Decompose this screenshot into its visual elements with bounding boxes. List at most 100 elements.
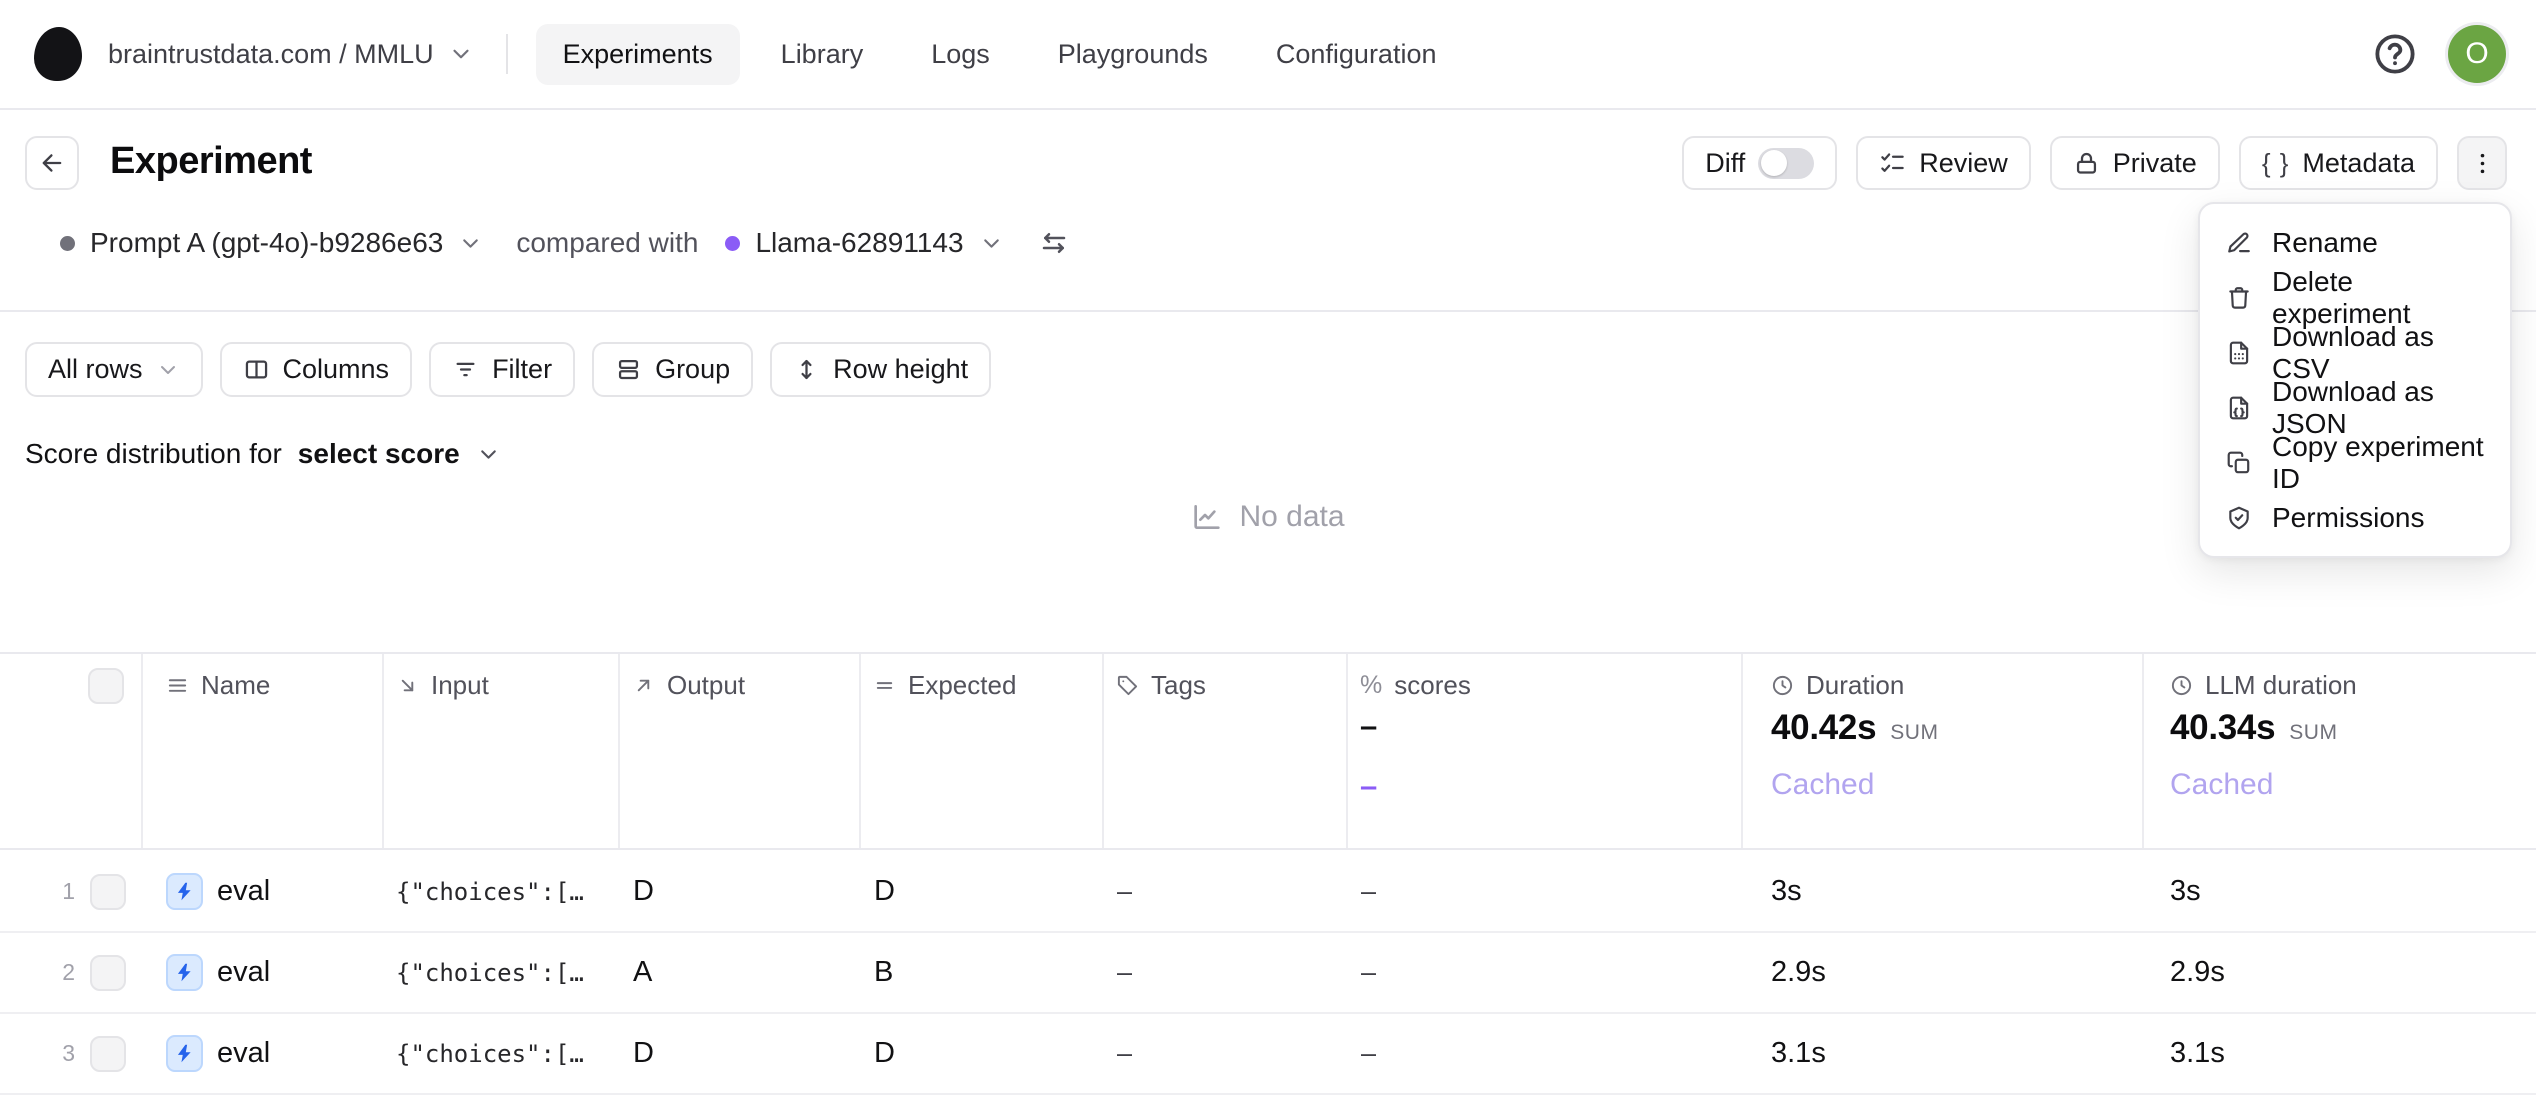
chevron-down-icon[interactable]	[458, 231, 483, 256]
menu-item-label: Rename	[2272, 227, 2378, 259]
primary-tabs: Experiments Library Logs Playgrounds Con…	[536, 24, 1464, 85]
menu-item-permissions[interactable]: Permissions	[2200, 490, 2510, 545]
arrow-up-right-icon	[632, 674, 655, 697]
row-scores: –	[1348, 957, 1743, 988]
menu-item-download-json[interactable]: Download as JSON	[2200, 380, 2510, 435]
zap-icon	[174, 1043, 195, 1064]
tab-library[interactable]: Library	[754, 24, 891, 85]
score-selector[interactable]: select score	[298, 438, 460, 470]
rows-filter-button[interactable]: All rows	[25, 342, 203, 397]
tag-icon	[1116, 674, 1139, 697]
row-checkbox[interactable]	[90, 1036, 126, 1072]
swap-comparison-icon[interactable]	[1039, 228, 1069, 258]
row-expected: D	[861, 875, 1104, 908]
back-button[interactable]	[25, 136, 79, 190]
avatar[interactable]: O	[2448, 25, 2506, 83]
score-distribution-label: Score distribution for	[25, 438, 282, 470]
column-header-output[interactable]: Output	[620, 654, 861, 848]
chevron-down-icon[interactable]	[476, 442, 501, 467]
group-icon	[615, 356, 642, 383]
column-header-llm-duration[interactable]: LLM duration 40.34s SUM Cached	[2144, 654, 2536, 848]
base-experiment-name[interactable]: Prompt A (gpt-4o)-b9286e63	[90, 227, 443, 259]
more-actions-button[interactable]	[2457, 136, 2507, 190]
rows-filter-label: All rows	[48, 354, 143, 385]
llm-duration-sum-value: 40.34s	[2170, 708, 2275, 748]
llm-duration-cached-badge: Cached	[2170, 768, 2273, 802]
comparison-experiment-name[interactable]: Llama-62891143	[755, 227, 963, 259]
metadata-button[interactable]: { } Metadata	[2239, 136, 2438, 190]
column-header-expected[interactable]: Expected	[861, 654, 1104, 848]
file-json-icon	[2226, 395, 2252, 421]
help-icon[interactable]	[2372, 31, 2418, 77]
filter-button[interactable]: Filter	[429, 342, 575, 397]
column-header-scores[interactable]: %scores – –	[1348, 654, 1743, 848]
group-label: Group	[655, 354, 730, 385]
review-button[interactable]: Review	[1856, 136, 2031, 190]
shield-check-icon	[2226, 505, 2252, 531]
arrow-left-icon	[38, 149, 66, 177]
row-scores: –	[1348, 876, 1743, 907]
duration-cached-badge: Cached	[1771, 768, 1874, 802]
filter-label: Filter	[492, 354, 552, 385]
score-distribution-row: Score distribution for select score	[25, 438, 501, 470]
column-label: scores	[1394, 670, 1471, 701]
row-height-button[interactable]: Row height	[770, 342, 991, 397]
column-header-input[interactable]: Input	[384, 654, 620, 848]
list-checks-icon	[1879, 150, 1906, 177]
row-name: eval	[217, 875, 270, 908]
chevron-down-icon	[156, 358, 180, 382]
review-label: Review	[1919, 148, 2008, 179]
copy-icon	[2226, 450, 2252, 476]
base-experiment-dot	[60, 236, 75, 251]
menu-item-rename[interactable]: Rename	[2200, 215, 2510, 270]
percent-icon: %	[1360, 671, 1382, 700]
table-row[interactable]: 2 eval {"choices":[… A B – – 2.9s 2.9s	[0, 933, 2536, 1014]
column-header-tags[interactable]: Tags	[1104, 654, 1348, 848]
chart-icon	[1191, 501, 1223, 533]
chevron-down-icon[interactable]	[979, 231, 1004, 256]
tab-logs[interactable]: Logs	[904, 24, 1017, 85]
row-expected: B	[861, 956, 1104, 989]
group-button[interactable]: Group	[592, 342, 753, 397]
diff-label: Diff	[1705, 148, 1745, 179]
row-scores: –	[1348, 1038, 1743, 1069]
row-duration: 3.1s	[1743, 1037, 2144, 1070]
duration-sum-value: 40.42s	[1771, 708, 1876, 748]
row-checkbox[interactable]	[90, 874, 126, 910]
workspace-label: braintrustdata.com / MMLU	[108, 39, 434, 70]
tab-experiments[interactable]: Experiments	[536, 24, 740, 85]
table-row[interactable]: 1 eval {"choices":[… D D – – 3s 3s	[0, 852, 2536, 933]
metadata-label: Metadata	[2302, 148, 2415, 179]
menu-item-delete-experiment[interactable]: Delete experiment	[2200, 270, 2510, 325]
column-header-name[interactable]: Name	[143, 654, 384, 848]
table-row[interactable]: 3 eval {"choices":[… D D – – 3.1s 3.1s	[0, 1014, 2536, 1095]
row-number: 1	[62, 878, 75, 905]
tab-playgrounds[interactable]: Playgrounds	[1031, 24, 1235, 85]
row-checkbox[interactable]	[90, 955, 126, 991]
column-label: Tags	[1151, 670, 1206, 701]
zap-icon	[174, 962, 195, 983]
private-button[interactable]: Private	[2050, 136, 2220, 190]
workspace-switcher[interactable]: braintrustdata.com / MMLU	[108, 39, 474, 70]
braintrust-logo[interactable]	[34, 27, 82, 81]
table-header: Name Input Output Expected Tags %scores …	[0, 652, 2536, 850]
columns-button[interactable]: Columns	[220, 342, 413, 397]
comparison-experiment-dot	[725, 236, 740, 251]
clock-icon	[2170, 674, 2193, 697]
filter-icon	[452, 356, 479, 383]
row-duration: 2.9s	[1743, 956, 2144, 989]
diff-toggle[interactable]	[1758, 148, 1814, 179]
row-llm-duration: 3.1s	[2144, 1037, 2536, 1070]
row-height-label: Row height	[833, 354, 968, 385]
zap-icon	[174, 881, 195, 902]
column-header-duration[interactable]: Duration 40.42s SUM Cached	[1743, 654, 2144, 848]
menu-item-copy-experiment-id[interactable]: Copy experiment ID	[2200, 435, 2510, 490]
select-all-checkbox[interactable]	[88, 668, 124, 704]
avatar-letter: O	[2465, 37, 2488, 71]
menu-item-download-csv[interactable]: Download as CSV	[2200, 325, 2510, 380]
comparison-row: Prompt A (gpt-4o)-b9286e63 compared with…	[60, 227, 1069, 259]
row-output: D	[620, 875, 861, 908]
row-llm-duration: 2.9s	[2144, 956, 2536, 989]
kebab-menu-icon	[2469, 150, 2496, 177]
tab-configuration[interactable]: Configuration	[1249, 24, 1464, 85]
